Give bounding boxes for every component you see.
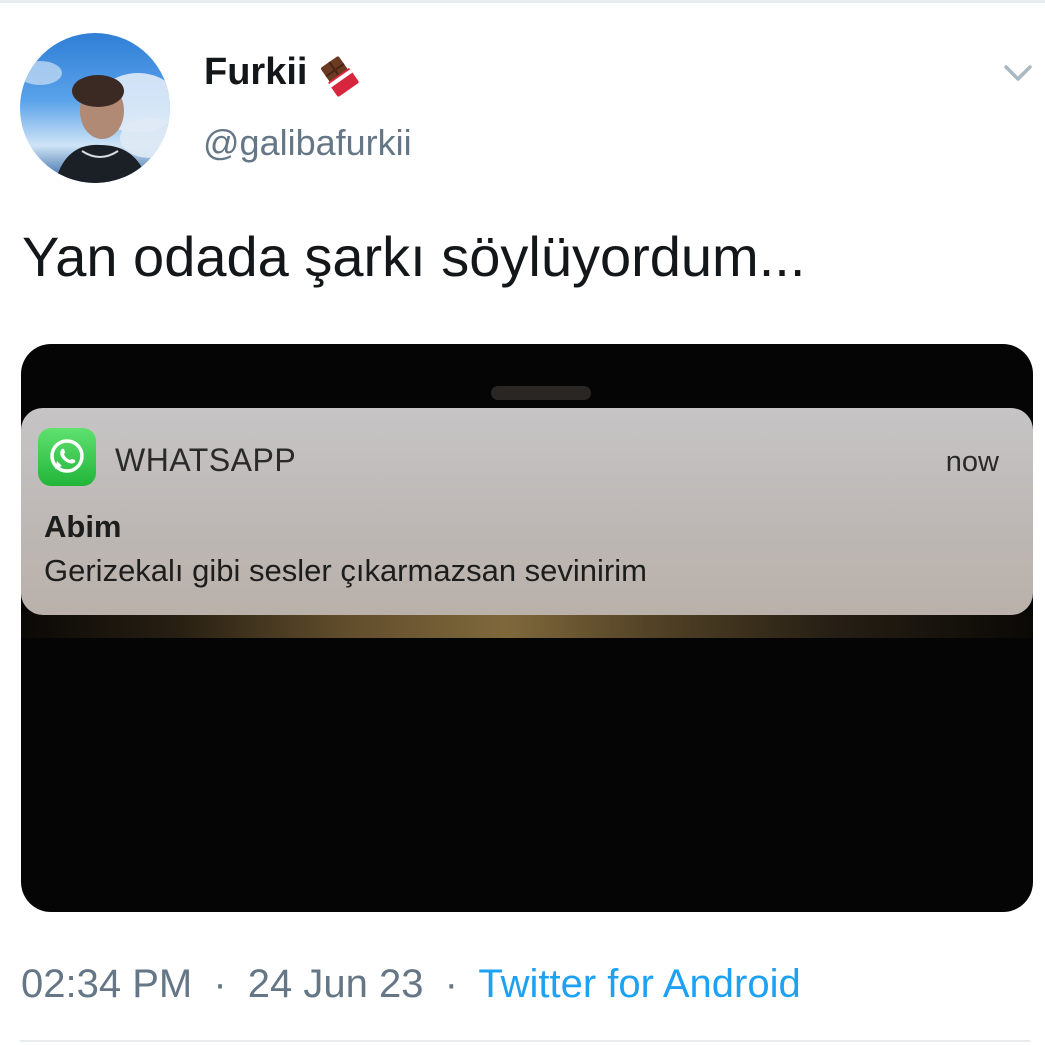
chevron-down-icon[interactable] bbox=[1000, 58, 1036, 88]
meta-separator: · bbox=[444, 962, 458, 1006]
notification-message: Gerizekalı gibi sesler çıkarmazsan sevin… bbox=[44, 553, 647, 588]
avatar[interactable] bbox=[20, 33, 170, 183]
chocolate-bar-icon bbox=[320, 56, 359, 97]
top-divider bbox=[0, 0, 1045, 3]
author-handle[interactable]: @galibafurkii bbox=[203, 122, 412, 164]
tweet-meta: 02:34 PM · 24 Jun 23 · Twitter for Andro… bbox=[21, 962, 801, 1007]
meta-separator: · bbox=[213, 962, 227, 1006]
tweet-text: Yan odada şarkı söylüyordum... bbox=[22, 225, 806, 288]
notification-sender: Abim bbox=[44, 509, 122, 544]
tweet-media-image[interactable]: WHATSAPP now Abim Gerizekalı gibi sesler… bbox=[21, 344, 1033, 912]
notification-time: now bbox=[945, 446, 999, 478]
bottom-divider bbox=[20, 1040, 1030, 1042]
notification-app-name: WHATSAPP bbox=[115, 442, 297, 478]
whatsapp-notification: WHATSAPP now Abim Gerizekalı gibi sesler… bbox=[21, 408, 1033, 615]
author-name[interactable]: Furkii bbox=[204, 51, 307, 94]
media-background-lights bbox=[21, 612, 1033, 638]
tweet-source-link[interactable]: Twitter for Android bbox=[478, 962, 800, 1006]
tweet-time[interactable]: 02:34 PM bbox=[21, 962, 192, 1006]
media-background-glow bbox=[491, 386, 591, 400]
whatsapp-icon bbox=[38, 428, 96, 486]
avatar-photo bbox=[20, 61, 170, 183]
tweet-date[interactable]: 24 Jun 23 bbox=[248, 962, 424, 1006]
